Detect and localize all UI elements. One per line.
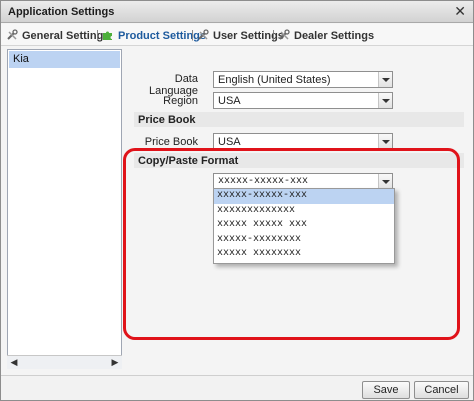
region-select[interactable]: USA: [213, 92, 393, 109]
manufacturer-list: Kia: [7, 49, 122, 369]
tab-dealer-label: Dealer Settings: [294, 30, 375, 42]
button-bar: Save Cancel: [1, 375, 473, 400]
chevron-down-icon[interactable]: [378, 134, 392, 149]
puzzle-icon: [103, 31, 112, 40]
data-language-select[interactable]: English (United States): [213, 71, 393, 88]
scroll-left-icon[interactable]: ◀: [8, 357, 20, 368]
tab-general-settings[interactable]: General Settings: [6, 29, 109, 42]
tab-user-settings[interactable]: User Settings: [197, 29, 284, 42]
region-label: Region: [163, 95, 198, 107]
wrench-screwdriver-icon: [279, 29, 290, 40]
toolbar-separator: |: [96, 29, 99, 41]
settings-toolbar: General Settings | Product Settings | Us…: [1, 24, 473, 46]
tab-dealer-settings[interactable]: Dealer Settings: [278, 29, 374, 42]
window-title: Application Settings: [8, 6, 115, 18]
list-item-kia[interactable]: Kia: [9, 51, 120, 68]
data-language-value: English (United States): [218, 74, 331, 86]
red-highlight-annotation: [123, 148, 460, 340]
horizontal-scrollbar[interactable]: ◀ ▶: [7, 355, 122, 369]
wrench-screwdriver-icon: [7, 29, 18, 40]
data-language-label: Data Language: [149, 73, 198, 97]
scroll-right-icon[interactable]: ▶: [109, 357, 121, 368]
price-book-section-header: Price Book: [134, 112, 464, 127]
toolbar-separator: |: [272, 29, 275, 41]
application-settings-window: Application Settings ✕ General Settings …: [0, 0, 474, 401]
price-book-value: USA: [218, 136, 241, 148]
price-book-label: Price Book: [144, 136, 198, 148]
title-bar: Application Settings ✕: [1, 1, 473, 23]
save-button[interactable]: Save: [362, 381, 410, 399]
cancel-button[interactable]: Cancel: [414, 381, 469, 399]
chevron-down-icon[interactable]: [378, 93, 392, 108]
chevron-down-icon[interactable]: [378, 72, 392, 87]
close-icon[interactable]: ✕: [454, 4, 466, 18]
region-value: USA: [218, 95, 241, 107]
toolbar-separator: |: [191, 29, 194, 41]
wrench-screwdriver-icon: [198, 29, 209, 40]
